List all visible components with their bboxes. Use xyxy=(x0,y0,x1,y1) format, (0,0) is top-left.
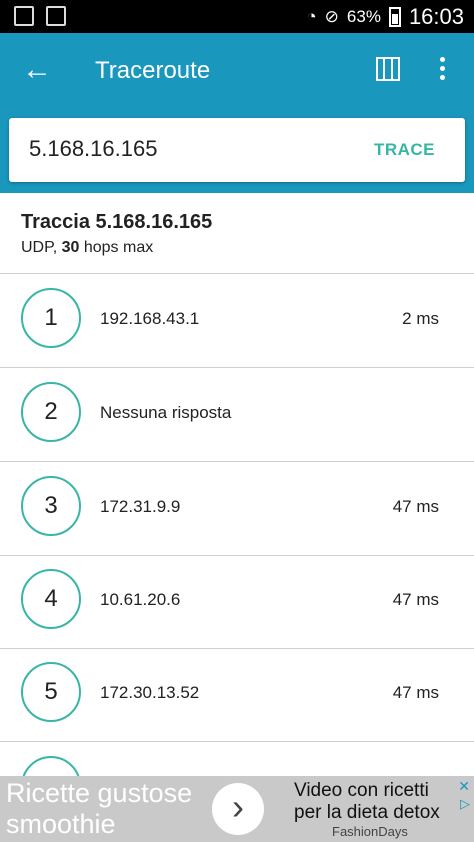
hops-count: 30 xyxy=(61,239,80,256)
adchoices-icon[interactable]: ▷ xyxy=(460,796,470,812)
status-bar: ◔ ⊘ 63% 16:03 xyxy=(0,0,474,33)
back-arrow-icon[interactable]: ← xyxy=(22,53,52,87)
hop-time: 47 ms xyxy=(392,497,439,516)
hop-number: 5 xyxy=(21,662,81,722)
ad-description-line: per la dieta detox xyxy=(294,802,440,823)
hop-host: Nessuna risposta xyxy=(100,403,232,422)
hop-host: 10.61.20.6 xyxy=(100,590,181,609)
hop-row[interactable]: 2 Nessuna risposta xyxy=(0,368,474,462)
ad-banner[interactable]: Ricette gustose smoothie › Video con rice… xyxy=(0,776,474,842)
hop-number: 1 xyxy=(21,288,81,348)
protocol-label: UDP xyxy=(21,239,53,256)
more-options-icon[interactable] xyxy=(440,57,446,80)
battery-percent: 63% xyxy=(346,7,381,26)
hop-host: 192.168.43.1 xyxy=(100,309,200,328)
hop-host: 172.31.9.9 xyxy=(100,497,181,516)
ad-headline-line: Ricette gustose xyxy=(6,778,193,808)
host-input[interactable]: 5.168.16.165 xyxy=(29,136,157,162)
hop-row[interactable]: 5 172.30.13.52 47 ms xyxy=(0,648,474,742)
hop-time: 47 ms xyxy=(392,683,439,702)
wifi-icon: ◔ xyxy=(306,7,317,26)
trace-button[interactable]: TRACE xyxy=(374,140,435,160)
image-icon xyxy=(46,6,66,26)
ad-arrow-button[interactable]: › xyxy=(212,783,264,835)
map-icon[interactable] xyxy=(376,57,400,81)
ad-description: Video con ricetti per la dieta detox xyxy=(294,780,440,824)
no-disturb-icon: ⊘ xyxy=(324,7,339,26)
sim-icon xyxy=(14,6,34,26)
battery-icon xyxy=(388,7,401,27)
clock: 16:03 xyxy=(408,4,464,29)
ad-headline-line: smoothie xyxy=(6,809,116,839)
close-icon[interactable]: ✕ xyxy=(458,778,470,795)
trace-title: Traccia 5.168.16.165 xyxy=(21,211,213,233)
hop-number: 3 xyxy=(21,476,81,536)
hop-row[interactable]: 3 172.31.9.9 47 ms xyxy=(0,462,474,556)
hop-number: 2 xyxy=(21,382,81,442)
trace-subtitle: UDP, 30 hops max xyxy=(21,239,154,256)
hop-number: 4 xyxy=(21,569,81,629)
hop-row[interactable]: 1 192.168.43.1 2 ms xyxy=(0,274,474,368)
hop-time: 2 ms xyxy=(402,309,439,328)
ad-description-line: Video con ricetti xyxy=(294,780,429,801)
page-title: Traceroute xyxy=(95,57,211,84)
ad-headline: Ricette gustose smoothie xyxy=(6,778,226,840)
trace-header: Traccia 5.168.16.165 UDP, 30 hops max xyxy=(0,193,474,274)
search-card: 5.168.16.165 TRACE xyxy=(9,118,465,182)
hop-time: 47 ms xyxy=(392,590,439,609)
hop-host: 172.30.13.52 xyxy=(100,683,200,702)
hop-row[interactable]: 4 10.61.20.6 47 ms xyxy=(0,555,474,649)
hops-suffix: hops max xyxy=(83,239,154,256)
ad-brand: FashionDays xyxy=(332,824,408,839)
